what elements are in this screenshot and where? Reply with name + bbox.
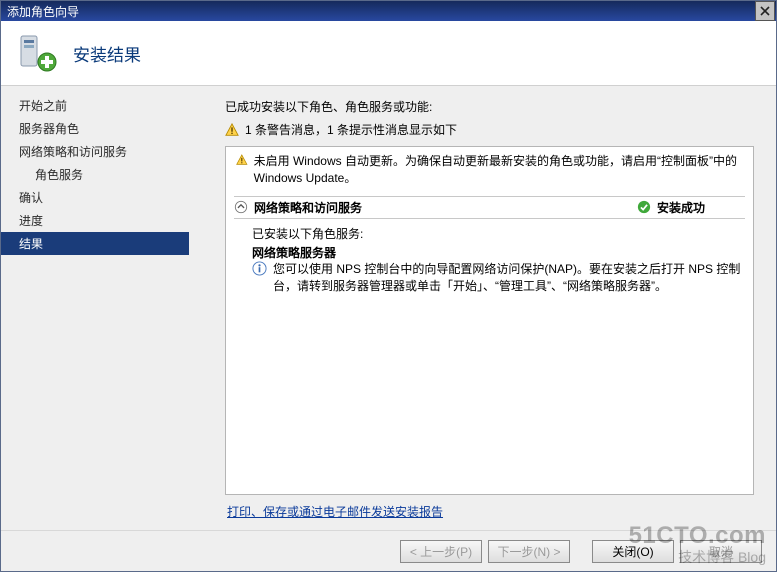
windows-update-warning: 未启用 Windows 自动更新。为确保自动更新最新安装的角色或功能，请启用“控… [234,153,745,194]
role-section-header[interactable]: 网络策略和访问服务 安装成功 [234,196,745,219]
sidebar-item-role-services[interactable]: 角色服务 [1,163,189,186]
wizard-footer: < 上一步(P) 下一步(N) > 关闭(O) 取消 [1,530,776,571]
success-icon [637,200,651,214]
wizard-header-title: 安装结果 [73,41,141,66]
warning-icon [225,123,239,137]
results-panel: 未启用 Windows 自动更新。为确保自动更新最新安装的角色或功能，请启用“控… [225,146,754,495]
installed-role-name: 网络策略服务器 [252,244,745,261]
install-report-link[interactable]: 打印、保存或通过电子邮件发送安装报告 [225,495,754,524]
nps-info-text: 您可以使用 NPS 控制台中的向导配置网络访问保护(NAP)。要在安装之后打开 … [273,261,745,296]
results-summary-line: 1 条警告消息，1 条提示性消息显示如下 [225,121,754,138]
sidebar-item-nps-service[interactable]: 网络策略和访问服务 [1,140,189,163]
wizard-window: 添加角色向导 安装结果 开始之前 服务器角色 [0,0,777,572]
prev-button: < 上一步(P) [400,540,482,563]
wizard-header: 安装结果 [1,21,776,86]
close-icon [760,6,770,16]
info-icon [252,261,267,276]
collapse-icon [234,200,248,214]
windows-update-warning-text: 未启用 Windows 自动更新。为确保自动更新最新安装的角色或功能，请启用“控… [254,153,743,188]
close-button[interactable]: 关闭(O) [592,540,674,563]
next-button: 下一步(N) > [488,540,570,563]
role-section-title: 网络策略和访问服务 [254,199,362,216]
sidebar-item-progress[interactable]: 进度 [1,209,189,232]
sidebar-item-confirm[interactable]: 确认 [1,186,189,209]
window-close-button[interactable] [755,1,775,21]
wizard-body: 开始之前 服务器角色 网络策略和访问服务 角色服务 确认 进度 结果 已成功安装… [1,86,776,530]
role-section-status: 安装成功 [657,199,705,216]
wizard-header-icon [17,32,59,74]
results-summary-text: 1 条警告消息，1 条提示性消息显示如下 [245,121,457,138]
role-section-body: 已安装以下角色服务: 网络策略服务器 您可以使用 NPS 控制台中的向导配置网络… [234,219,745,302]
installed-services-label: 已安装以下角色服务: [252,225,745,242]
wizard-sidebar: 开始之前 服务器角色 网络策略和访问服务 角色服务 确认 进度 结果 [1,86,189,530]
nps-info-row: 您可以使用 NPS 控制台中的向导配置网络访问保护(NAP)。要在安装之后打开 … [252,261,745,296]
results-intro: 已成功安装以下角色、角色服务或功能: [225,98,754,115]
sidebar-item-server-roles[interactable]: 服务器角色 [1,117,189,140]
wizard-content: 已成功安装以下角色、角色服务或功能: 1 条警告消息，1 条提示性消息显示如下 [189,86,776,530]
window-title: 添加角色向导 [7,3,79,20]
sidebar-item-before-start[interactable]: 开始之前 [1,94,189,117]
cancel-button: 取消 [680,540,762,563]
warning-icon [236,153,248,167]
titlebar: 添加角色向导 [1,1,776,21]
sidebar-item-results[interactable]: 结果 [1,232,189,255]
